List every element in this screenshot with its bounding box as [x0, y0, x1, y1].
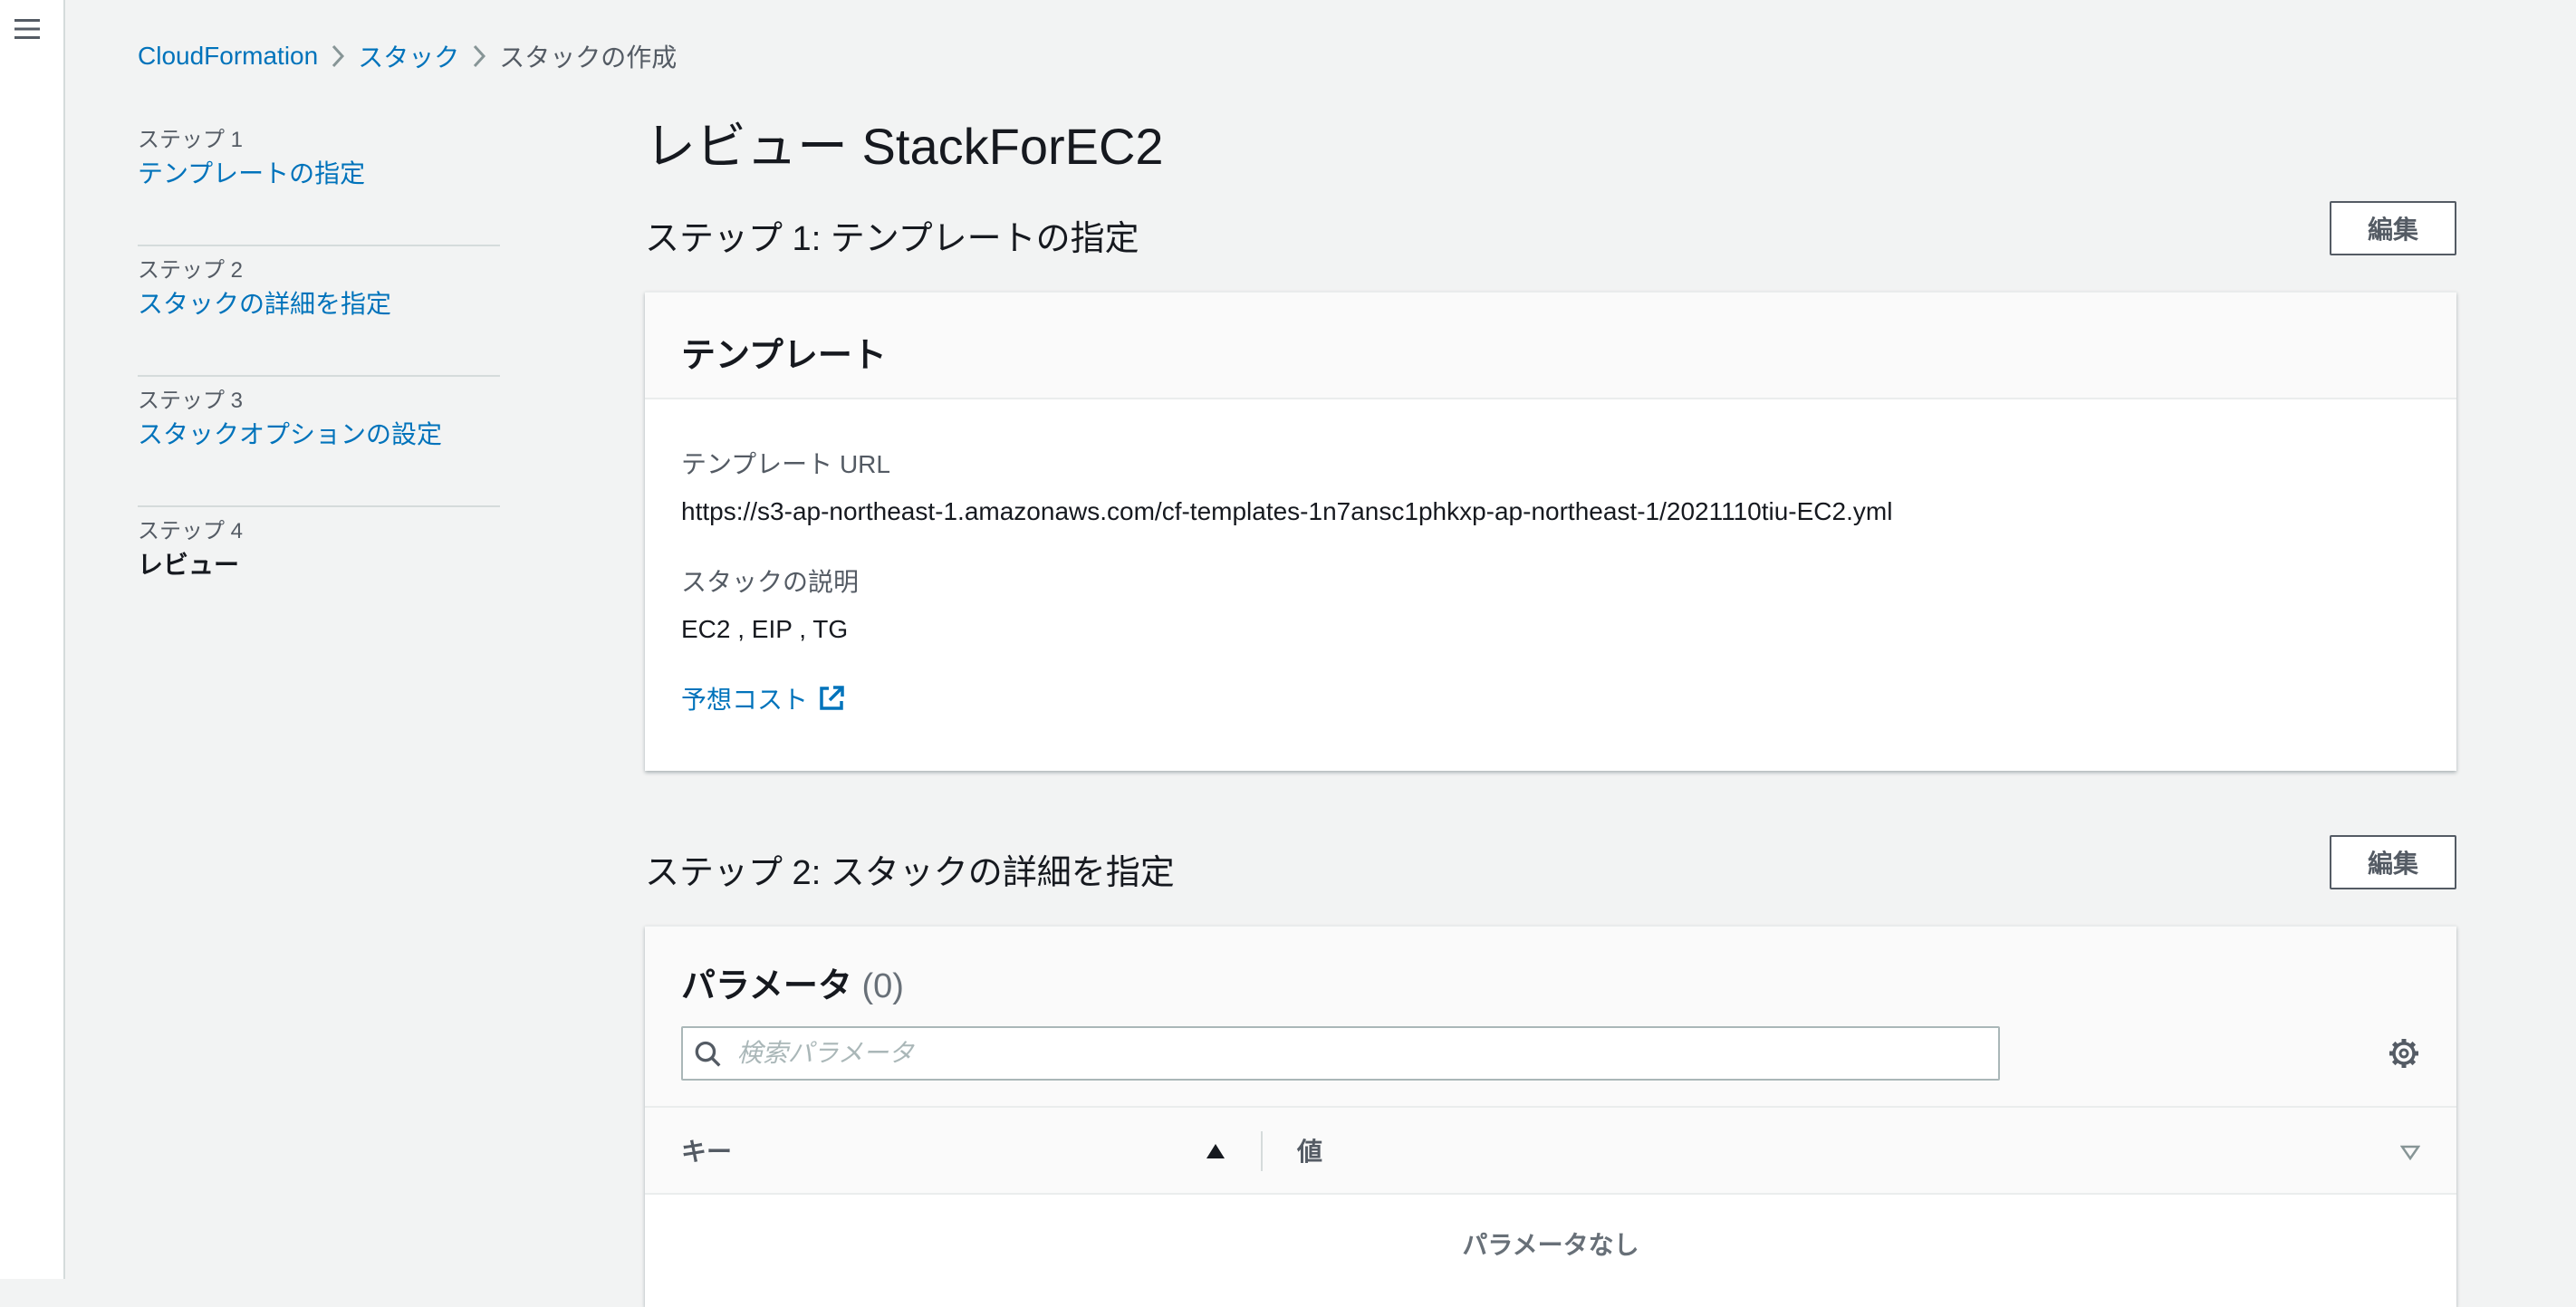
step-number: ステップ 3 — [138, 389, 244, 413]
column-header-value[interactable]: 値 — [1297, 1108, 1322, 1193]
parameters-card-header: パラメータ (0) — [645, 927, 2456, 1106]
template-url-label: テンプレート URL — [681, 450, 890, 478]
step-link-stack-details[interactable]: スタックの詳細を指定 — [138, 286, 500, 322]
template-card-header: テンプレート — [645, 293, 2456, 399]
chevron-right-icon — [318, 40, 358, 72]
parameters-title: パラメータ (0) — [681, 957, 904, 1007]
stack-description-field: スタックの説明 EC2 , EIP , TG — [681, 562, 859, 644]
step2-section-header: ステップ 2: スタックの詳細を指定 編集 — [645, 835, 2456, 892]
column-header-key[interactable]: キー — [681, 1108, 732, 1193]
empty-parameters-message: パラメータなし — [1462, 1231, 1639, 1259]
external-link-icon — [820, 686, 844, 710]
step-number: ステップ 4 — [138, 519, 244, 543]
breadcrumb-create-stack: スタックの作成 — [499, 43, 678, 72]
side-rail — [0, 0, 65, 1279]
step2-title: ステップ 2: スタックの詳細を指定 — [645, 854, 1175, 892]
template-url-value: https://s3-ap-northeast-1.amazonaws.com/… — [681, 497, 1893, 525]
template-url-field: テンプレート URL https://s3-ap-northeast-1.ama… — [681, 445, 1892, 526]
breadcrumb-cloudformation[interactable]: CloudFormation — [138, 42, 318, 71]
wizard-steps: ステップ 1 テンプレートの指定 ステップ 2 スタックの詳細を指定 ステップ … — [138, 118, 500, 638]
stack-description-value: EC2 , EIP , TG — [681, 615, 849, 643]
sort-descending-icon[interactable] — [2400, 1144, 2420, 1160]
wizard-step-1: ステップ 1 テンプレートの指定 — [138, 118, 500, 246]
estimated-cost-link[interactable]: 予想コスト — [681, 680, 846, 716]
column-divider — [1261, 1131, 1263, 1171]
page-title: レビュー StackForEC2 — [645, 118, 1164, 175]
step2-edit-button[interactable]: 編集 — [2330, 835, 2456, 889]
breadcrumb-stacks[interactable]: スタック — [358, 38, 459, 74]
parameters-count: (0) — [861, 967, 904, 1005]
stack-description-label: スタックの説明 — [681, 568, 860, 596]
parameters-card: パラメータ (0) 検索パラメータ キー 値 パラメータなし — [645, 926, 2456, 1307]
breadcrumb: CloudFormation スタック スタックの作成 — [138, 40, 677, 72]
step1-title: ステップ 1: テンプレートの指定 — [645, 220, 1139, 258]
search-icon — [695, 1041, 721, 1067]
step-link-stack-options[interactable]: スタックオプションの設定 — [138, 417, 500, 453]
wizard-step-3: ステップ 3 スタックオプションの設定 — [138, 379, 500, 507]
template-card: テンプレート テンプレート URL https://s3-ap-northeas… — [645, 292, 2456, 771]
estimated-cost-label: 予想コスト — [681, 686, 809, 714]
step-number: ステップ 1 — [138, 128, 244, 152]
step-link-specify-template[interactable]: テンプレートの指定 — [138, 156, 500, 192]
parameter-search-input[interactable] — [731, 1028, 1998, 1079]
chevron-right-icon — [459, 40, 499, 72]
step1-edit-button[interactable]: 編集 — [2330, 201, 2456, 255]
hamburger-menu-icon[interactable] — [13, 14, 42, 43]
template-card-title: テンプレート — [681, 337, 887, 375]
step-current-review: レビュー — [138, 551, 240, 579]
parameter-search-box — [681, 1026, 2000, 1081]
step-number: ステップ 2 — [138, 258, 244, 283]
parameters-table-header: キー 値 — [645, 1106, 2456, 1195]
gear-icon[interactable] — [2388, 1037, 2420, 1070]
parameters-title-label: パラメータ — [681, 967, 852, 1005]
step1-section-header: ステップ 1: テンプレートの指定 編集 — [645, 201, 2456, 258]
wizard-step-4: ステップ 4 レビュー — [138, 509, 500, 638]
wizard-step-2: ステップ 2 スタックの詳細を指定 — [138, 248, 500, 377]
sort-ascending-icon[interactable] — [1205, 1142, 1226, 1160]
